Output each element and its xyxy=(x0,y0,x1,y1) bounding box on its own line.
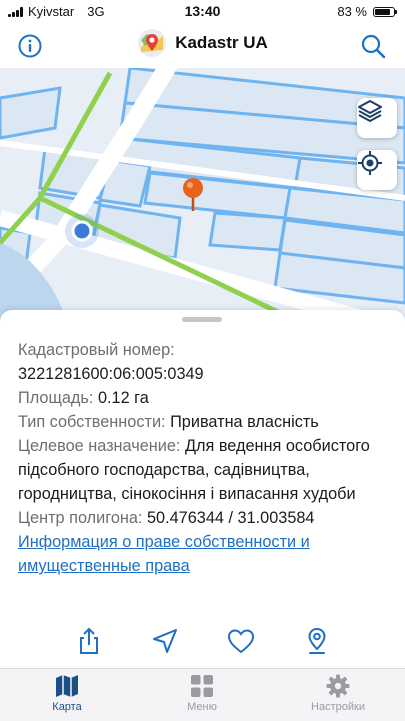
navigate-icon[interactable] xyxy=(150,626,180,656)
center-label: Центр полигона: xyxy=(18,509,143,527)
center-value: 50.476344 / 31.003584 xyxy=(146,509,315,527)
locate-icon xyxy=(358,151,382,175)
search-icon[interactable] xyxy=(359,32,387,60)
nav-title-group: Kadastr UA xyxy=(0,28,405,58)
battery-icon xyxy=(373,6,397,17)
map-icon xyxy=(56,675,78,697)
app-title: Kadastr UA xyxy=(175,33,268,52)
ownership-value: Приватна власність xyxy=(170,413,319,431)
locate-button[interactable] xyxy=(357,150,397,190)
area-value: 0.12 га xyxy=(97,389,149,407)
tab-map[interactable]: Карта xyxy=(22,674,112,713)
cadastral-number-value: 3221281600:06:005:0349 xyxy=(18,365,204,383)
gear-icon xyxy=(326,674,350,698)
sheet-drag-handle[interactable] xyxy=(182,317,222,322)
tab-bar: Карта Меню Настройки xyxy=(0,668,405,721)
ownership-label: Тип собственности: xyxy=(18,413,166,431)
layers-icon xyxy=(358,100,382,122)
pin-icon[interactable] xyxy=(302,626,332,656)
favorite-icon[interactable] xyxy=(226,626,256,656)
share-icon[interactable] xyxy=(74,626,104,656)
status-bar: Kyivstar 3G 13:40 83 % xyxy=(0,0,405,22)
parcel-details: Кадастровый номер: 3221281600:06:005:034… xyxy=(18,338,390,578)
tab-settings[interactable]: Настройки xyxy=(293,674,383,713)
tab-settings-label: Настройки xyxy=(311,701,365,713)
tab-map-label: Карта xyxy=(52,701,82,713)
cadastral-number-label: Кадастровый номер: xyxy=(18,341,175,359)
action-bar xyxy=(0,626,405,662)
parcel-details-sheet: Кадастровый номер: 3221281600:06:005:034… xyxy=(0,310,405,668)
app-logo-icon xyxy=(138,29,167,57)
nav-bar: Kadastr UA xyxy=(0,22,405,68)
ownership-rights-link[interactable]: Информация о праве собственности и имуще… xyxy=(18,533,310,575)
tab-menu-label: Меню xyxy=(187,701,217,713)
map-canvas[interactable] xyxy=(0,68,405,330)
status-right: 83 % xyxy=(337,4,397,19)
user-location-dot xyxy=(71,220,93,242)
map-view[interactable] xyxy=(0,68,405,330)
layers-button[interactable] xyxy=(357,98,397,138)
grid-icon xyxy=(191,675,213,697)
area-label: Площадь: xyxy=(18,389,94,407)
battery-fill xyxy=(375,8,390,15)
tab-menu[interactable]: Меню xyxy=(157,674,247,713)
battery-percent: 83 % xyxy=(337,4,367,19)
purpose-label: Целевое назначение: xyxy=(18,437,181,455)
